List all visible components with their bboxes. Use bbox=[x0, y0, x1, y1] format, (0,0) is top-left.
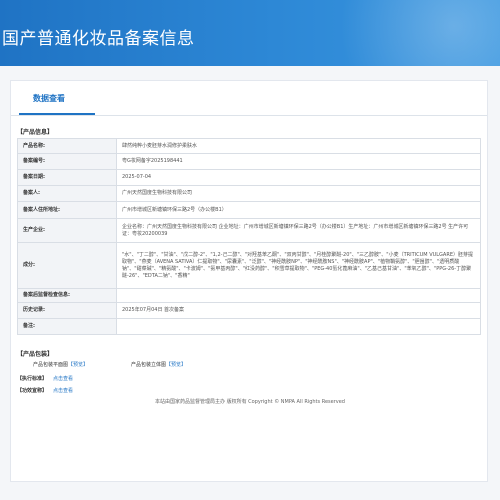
efficacy-link[interactable]: 点击查看 bbox=[53, 388, 73, 394]
page-title: 国产普通化妆品备案信息 bbox=[2, 29, 195, 49]
section-efficacy: 【功效宣称】 bbox=[17, 388, 48, 394]
tab-bar: 数据查看 bbox=[11, 81, 487, 116]
row-label: 历史记录: bbox=[17, 302, 117, 319]
package-flat: 产品包装平面图【预览】 bbox=[33, 361, 88, 368]
main-area: 数据查看 【产品信息】 产品名称: 肆然纯粹小麦胚芽水润修护柔肤水 备案编号: … bbox=[0, 66, 500, 500]
table-row: 历史记录: 2025年07月04日 首次备案 bbox=[17, 302, 481, 319]
table-row: 成分: "水"、"丁二醇"、"甘油"、"戊二醇-2"、"1,2-己二醇"、"对羟… bbox=[17, 242, 481, 289]
row-label: 备注: bbox=[17, 318, 117, 335]
tab-active-indicator bbox=[19, 113, 95, 115]
table-row: 备案编号: 粤G妆网备字2025198441 bbox=[17, 153, 481, 170]
ingredients: "水"、"丁二醇"、"甘油"、"戊二醇-2"、"1,2-己二醇"、"对羟基苯乙酮… bbox=[116, 242, 481, 289]
row-label: 备案日期: bbox=[17, 169, 117, 186]
table-row: 备案日期: 2025-07-04 bbox=[17, 169, 481, 186]
product-info-table: 产品名称: 肆然纯粹小麦胚芽水润修护柔肤水 备案编号: 粤G妆网备字202519… bbox=[17, 138, 481, 335]
registrant-address: 广州市增城区新塘镇环保三路2号（办公楼B1） bbox=[116, 201, 481, 219]
section-product-package: 【产品包装】 bbox=[17, 351, 54, 358]
remarks bbox=[116, 318, 481, 335]
row-label: 备案后监督检查信息: bbox=[17, 288, 117, 303]
product-name: 肆然纯粹小麦胚芽水润修护柔肤水 bbox=[116, 138, 481, 154]
row-label: 备案编号: bbox=[17, 153, 117, 170]
content-panel: 数据查看 【产品信息】 产品名称: 肆然纯粹小麦胚芽水润修护柔肤水 备案编号: … bbox=[10, 80, 488, 482]
table-row: 备案人: 广州天然国度生物科技有限公司 bbox=[17, 185, 481, 202]
table-row: 备注: bbox=[17, 318, 481, 335]
tab-data-view[interactable]: 数据查看 bbox=[33, 93, 65, 104]
table-row: 产品名称: 肆然纯粹小麦胚芽水润修护柔肤水 bbox=[17, 138, 481, 154]
package-solid: 产品包装立体图【预览】 bbox=[131, 361, 186, 368]
manufacturer: 企业名称：广州天然国度生物科技有限公司 企业地址：广州市增城区新塘镇环保三路2号… bbox=[116, 218, 481, 243]
exec-standard-link[interactable]: 点击查看 bbox=[53, 376, 73, 382]
row-label: 产品名称: bbox=[17, 138, 117, 154]
registrant: 广州天然国度生物科技有限公司 bbox=[116, 185, 481, 202]
section-product-info: 【产品信息】 bbox=[17, 129, 54, 136]
supervision-info bbox=[116, 288, 481, 303]
table-row: 备案后监督检查信息: bbox=[17, 288, 481, 303]
package-solid-label: 产品包装立体图 bbox=[131, 362, 167, 368]
exec-standard-row: 【执行标准】 点击查看 bbox=[17, 375, 73, 382]
row-label: 备案人: bbox=[17, 185, 117, 202]
section-exec-standard: 【执行标准】 bbox=[17, 376, 48, 382]
efficacy-row: 【功效宣称】 点击查看 bbox=[17, 387, 73, 394]
package-flat-label: 产品包装平面图 bbox=[33, 362, 69, 368]
banner-decoration bbox=[270, 0, 500, 66]
table-row: 备案人住所地址: 广州市增城区新塘镇环保三路2号（办公楼B1） bbox=[17, 201, 481, 219]
history-record: 2025年07月04日 首次备案 bbox=[116, 302, 481, 319]
header-banner: 国产普通化妆品备案信息 bbox=[0, 0, 500, 66]
record-number: 粤G妆网备字2025198441 bbox=[116, 153, 481, 170]
row-label: 生产企业: bbox=[17, 218, 117, 243]
package-flat-preview-link[interactable]: 【预览】 bbox=[68, 362, 88, 368]
row-label: 成分: bbox=[17, 242, 117, 289]
table-row: 生产企业: 企业名称：广州天然国度生物科技有限公司 企业地址：广州市增城区新塘镇… bbox=[17, 218, 481, 243]
package-solid-preview-link[interactable]: 【预览】 bbox=[166, 362, 186, 368]
record-date: 2025-07-04 bbox=[116, 169, 481, 186]
row-label: 备案人住所地址: bbox=[17, 201, 117, 219]
footer-copyright: 本站由国家药品监督管理局主办 版权所有 Copyright © NMPA All… bbox=[155, 399, 345, 405]
